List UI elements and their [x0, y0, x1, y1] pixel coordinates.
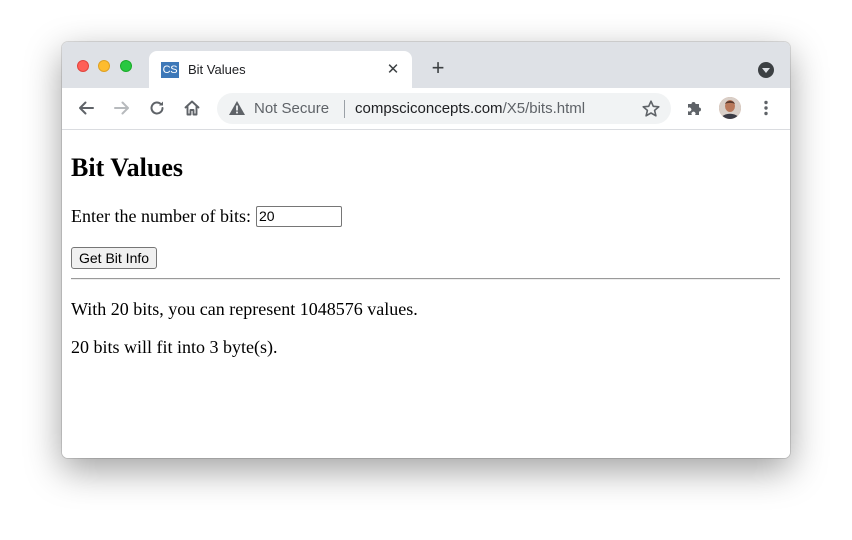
avatar[interactable]	[719, 97, 741, 119]
star-icon[interactable]	[641, 99, 661, 119]
kebab-menu-icon	[764, 100, 768, 116]
address-divider	[344, 100, 345, 118]
tab-title: Bit Values	[188, 62, 246, 77]
bits-input[interactable]	[255, 205, 342, 227]
bits-input-label: Enter the number of bits:	[71, 206, 251, 226]
bits-field-row: Enter the number of bits:	[71, 204, 342, 228]
get-bit-info-button[interactable]: Get Bit Info	[71, 247, 158, 269]
security-status[interactable]: Not Secure	[254, 100, 329, 117]
result-values-text: With 20 bits, you can represent 1048576 …	[71, 299, 418, 319]
favicon-icon: CS	[161, 62, 179, 78]
forward-button[interactable]	[110, 96, 134, 120]
tab-bit-values[interactable]: CS Bit Values ✕	[149, 51, 412, 88]
horizontal-rule	[71, 278, 780, 280]
new-tab-button[interactable]: +	[427, 57, 449, 80]
extensions-button[interactable]	[682, 96, 706, 120]
back-button[interactable]	[74, 96, 98, 120]
minimize-window-button[interactable]	[98, 60, 110, 72]
browser-window: CS Bit Values ✕ + Not Secure compsciconc…	[62, 42, 790, 458]
maximize-window-button[interactable]	[120, 60, 132, 72]
tab-search-icon[interactable]	[758, 62, 774, 78]
reload-button[interactable]	[145, 96, 169, 120]
reload-icon	[150, 101, 164, 115]
url-text[interactable]: compsciconcepts.com/X5/bits.html	[355, 100, 585, 117]
result-bytes-text: 20 bits will fit into 3 byte(s).	[71, 337, 278, 357]
warning-triangle-icon	[229, 101, 245, 115]
page-title: Bit Values	[71, 153, 183, 182]
url-host: compsciconcepts.com	[355, 100, 503, 117]
puzzle-icon	[688, 102, 701, 115]
home-button[interactable]	[180, 96, 204, 120]
back-arrow-icon	[79, 101, 94, 115]
home-icon	[184, 100, 200, 116]
page-content: Bit Values Enter the number of bits: Get…	[62, 130, 790, 458]
profile-photo	[719, 97, 741, 119]
tab-strip: CS Bit Values ✕ +	[62, 42, 790, 88]
chrome-menu-button[interactable]	[754, 96, 778, 120]
close-window-button[interactable]	[77, 60, 89, 72]
forward-arrow-icon	[114, 101, 129, 115]
browser-toolbar: Not Secure compsciconcepts.com/X5/bits.h…	[62, 88, 790, 130]
close-icon[interactable]: ✕	[384, 61, 402, 79]
address-bar[interactable]: Not Secure compsciconcepts.com/X5/bits.h…	[217, 93, 671, 124]
url-path: /X5/bits.html	[502, 100, 586, 117]
